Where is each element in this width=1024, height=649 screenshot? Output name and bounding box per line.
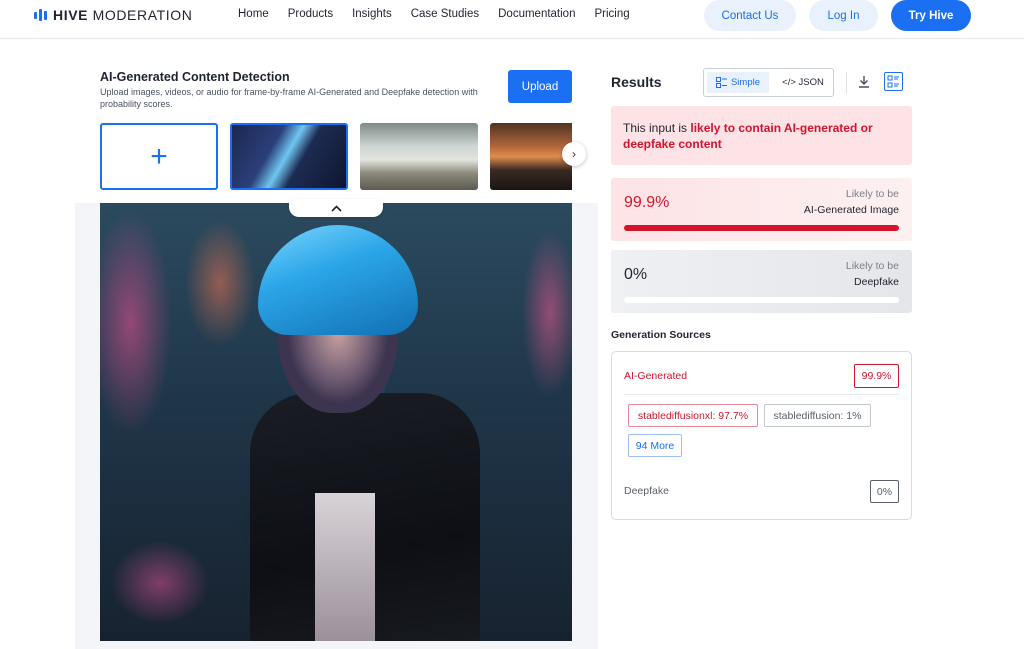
verdict-alert: This input is likely to contain AI-gener… [611, 106, 912, 165]
nav-link-products[interactable]: Products [288, 8, 333, 20]
ai-likely-label: Likely to be [845, 188, 899, 200]
deepfake-likely-label: Likely to be [845, 260, 899, 272]
plus-icon: + [150, 139, 168, 173]
image-figure-hair [258, 225, 418, 335]
deepfake-source-badge: 0% [870, 480, 899, 503]
generation-sources-box: AI-Generated 99.9% stablediffusionxl: 97… [611, 351, 912, 520]
image-figure-shirt [315, 493, 375, 641]
more-sources-button[interactable]: 94 More [628, 434, 682, 457]
logo-bars-icon [34, 9, 47, 21]
try-hive-button[interactable]: Try Hive [891, 0, 971, 31]
detail-list-icon [887, 75, 899, 88]
deepfake-score: 0% [624, 266, 648, 283]
detection-title: AI-Generated Content Detection [100, 70, 290, 84]
ai-generated-source-badge: 99.9% [854, 364, 899, 388]
collapse-toggle[interactable] [289, 199, 383, 217]
deepfake-score-card: 0% Likely to be Deepfake [611, 250, 912, 313]
generation-divider [624, 394, 899, 395]
simple-view-button[interactable]: Simple [707, 72, 769, 93]
chevron-up-icon [330, 204, 342, 212]
hive-logo[interactable]: HIVE MODERATION [34, 7, 192, 23]
simple-list-icon [715, 77, 727, 88]
ai-generated-score: 99.9% [624, 194, 670, 211]
simple-label: Simple [730, 77, 761, 88]
detection-description: Upload images, videos, or audio for fram… [100, 87, 478, 109]
source-chip-stablediffusionxl: stablediffusionxl: 97.7% [628, 404, 758, 427]
upload-button[interactable]: Upload [508, 70, 572, 103]
thumbnail-sunset[interactable] [490, 123, 572, 190]
chevron-right-icon[interactable]: › [562, 142, 586, 166]
thumbnail-cyberpunk-selected[interactable] [230, 123, 348, 190]
contact-us-button[interactable]: Contact Us [704, 0, 796, 31]
ai-generated-score-card: 99.9% Likely to be AI-Generated Image [611, 178, 912, 241]
verdict-prefix: This input is [623, 121, 691, 135]
download-icon[interactable] [855, 73, 873, 91]
ai-category-label: AI-Generated Image [803, 204, 899, 216]
thumbnail-interior[interactable] [360, 123, 478, 190]
source-chip-stablediffusion: stablediffusion: 1% [764, 404, 871, 427]
top-nav: HIVE MODERATION Home Products Insights C… [0, 0, 1024, 39]
detail-view-icon[interactable] [884, 72, 903, 91]
logo-text: HIVE MODERATION [53, 7, 193, 23]
ai-score-bar [624, 225, 899, 231]
toolbar-divider [846, 72, 847, 94]
view-mode-toggle: Simple </> JSON [703, 68, 834, 97]
deepfake-source-label: Deepfake [624, 485, 669, 497]
analyzed-image [100, 203, 572, 641]
deepfake-category-label: Deepfake [854, 276, 899, 288]
json-view-button[interactable]: </> JSON [774, 72, 832, 93]
nav-link-pricing[interactable]: Pricing [594, 8, 629, 20]
nav-link-documentation[interactable]: Documentation [498, 8, 575, 20]
nav-link-insights[interactable]: Insights [352, 8, 392, 20]
sample-thumbnails: + [100, 123, 572, 190]
log-in-button[interactable]: Log In [809, 0, 878, 31]
ai-generated-source-label: AI-Generated [624, 370, 688, 382]
deepfake-score-bar [624, 297, 899, 303]
generation-sources-title: Generation Sources [611, 329, 711, 341]
add-media-tile[interactable]: + [100, 123, 218, 190]
results-title: Results [611, 74, 662, 90]
nav-link-home[interactable]: Home [238, 8, 269, 20]
nav-link-case-studies[interactable]: Case Studies [411, 8, 479, 20]
nav-links: Home Products Insights Case Studies Docu… [238, 8, 649, 20]
ai-score-bar-fill [624, 225, 899, 231]
